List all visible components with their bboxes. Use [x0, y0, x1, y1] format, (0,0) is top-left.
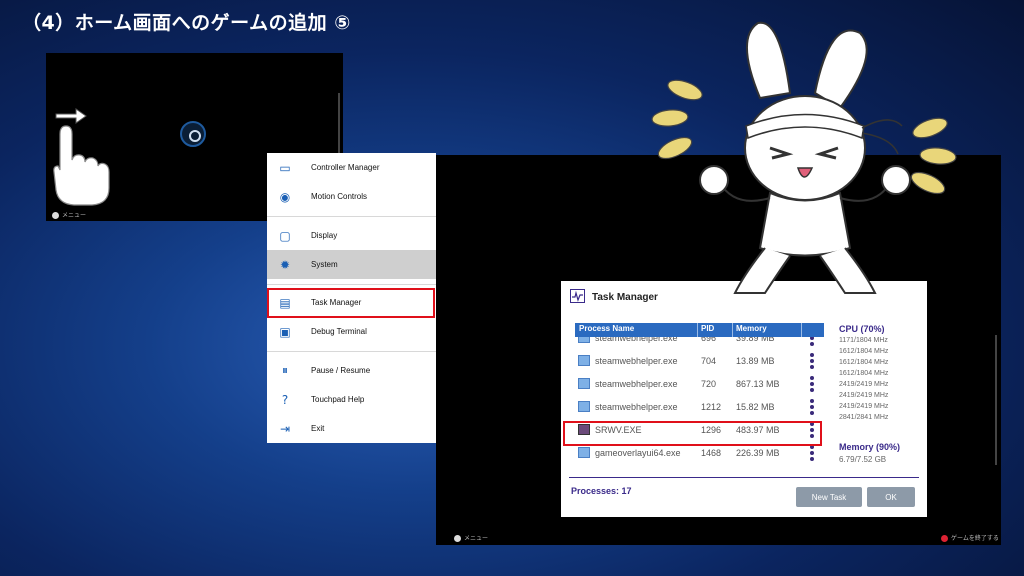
scrollbar[interactable]	[995, 335, 997, 465]
column-header-process-name[interactable]: Process Name	[579, 324, 634, 333]
scrollbar[interactable]	[338, 93, 340, 153]
more-options-icon[interactable]	[810, 353, 814, 371]
xbox-button-icon	[454, 535, 461, 542]
gamepad-icon: ▭	[279, 160, 291, 175]
cpu-core-freq: 2419/2419 MHz	[839, 392, 889, 399]
rabbit-mascot-illustration	[651, 21, 957, 294]
column-header-pid[interactable]: PID	[701, 324, 714, 333]
more-options-icon[interactable]	[810, 399, 814, 417]
activity-monitor-icon	[570, 289, 585, 303]
table-row[interactable]: steamwebhelper.exe 704 13.89 MB	[575, 350, 824, 373]
divider	[267, 284, 436, 285]
column-separator	[732, 323, 733, 337]
steam-logo-icon	[180, 121, 206, 147]
menu-item-debug-terminal[interactable]: ▣ Debug Terminal	[267, 317, 436, 346]
menu-item-display[interactable]: ▢ Display	[267, 221, 436, 250]
cpu-core-freq: 1612/1804 MHz	[839, 359, 889, 366]
footer-menu[interactable]: メニュー	[454, 533, 488, 542]
b-button-icon	[941, 535, 948, 542]
window-icon	[578, 447, 590, 458]
motion-icon: ◉	[279, 189, 291, 204]
menu-item-controller-manager[interactable]: ▭ Controller Manager	[267, 153, 436, 182]
terminal-icon: ▣	[279, 324, 291, 339]
cpu-core-freq: 1171/1804 MHz	[839, 337, 888, 344]
table-header: Process Name PID Memory	[575, 323, 824, 337]
cpu-core-freq: 2419/2419 MHz	[839, 403, 889, 410]
cpu-panel: CPU (70%) 1171/1804 MHz 1612/1804 MHz 16…	[831, 319, 917, 429]
exit-icon: ⇥	[279, 421, 291, 436]
divider	[569, 477, 919, 478]
more-options-icon[interactable]	[810, 445, 814, 463]
new-task-button[interactable]: New Task	[796, 487, 862, 507]
cpu-core-freq: 2841/2841 MHz	[839, 414, 889, 421]
table-row[interactable]: steamwebhelper.exe 1212 15.82 MB	[575, 396, 824, 419]
process-count: Processes: 17	[571, 486, 632, 496]
cpu-core-freq: 2419/2419 MHz	[839, 381, 889, 388]
highlight-box-task-manager	[267, 288, 435, 318]
window-icon	[578, 401, 590, 412]
swipe-hand-icon	[53, 108, 110, 206]
column-header-memory[interactable]: Memory	[736, 324, 767, 333]
cpu-core-freq: 1612/1804 MHz	[839, 370, 889, 377]
divider	[267, 216, 436, 217]
divider	[267, 351, 436, 352]
menu-item-system[interactable]: ✹ System	[267, 250, 436, 279]
window-icon	[578, 378, 590, 389]
footer-menu[interactable]: メニュー	[52, 210, 86, 219]
monitor-icon: ▢	[279, 228, 291, 243]
window-icon	[578, 355, 590, 366]
footer-exit-game[interactable]: ゲームを終了する	[941, 533, 999, 542]
memory-panel: Memory (90%) 6.79/7.52 GB	[831, 437, 917, 469]
menu-item-pause-resume[interactable]: ⏸ Pause / Resume	[267, 356, 436, 385]
memory-title: Memory (90%)	[839, 442, 901, 452]
menu-item-motion-controls[interactable]: ◉ Motion Controls	[267, 182, 436, 211]
ok-button[interactable]: OK	[867, 487, 915, 507]
highlight-box-srwv	[563, 421, 822, 446]
table-row[interactable]: steamwebhelper.exe 720 867.13 MB	[575, 373, 824, 396]
menu-item-touchpad-help[interactable]: ? Touchpad Help	[267, 385, 436, 414]
column-separator	[697, 323, 698, 337]
memory-value: 6.79/7.52 GB	[839, 455, 887, 464]
process-table: steamwebhelper.exe 696 39.89 MB steamweb…	[575, 323, 824, 468]
gear-icon: ✹	[279, 257, 291, 272]
slide-title: （4）ホーム画面へのゲームの追加 ⑤	[22, 12, 351, 34]
xbox-button-icon	[52, 212, 59, 219]
help-icon: ?	[281, 392, 289, 407]
task-manager-dialog: Task Manager steamwebhelper.exe 696 39.8…	[561, 281, 927, 517]
column-separator	[801, 323, 802, 337]
menu-item-exit[interactable]: ⇥ Exit	[267, 414, 436, 443]
more-options-icon[interactable]	[810, 376, 814, 394]
cpu-core-freq: 1612/1804 MHz	[839, 348, 889, 355]
pause-icon: ⏸	[281, 363, 288, 377]
cpu-title: CPU (70%)	[839, 324, 885, 334]
